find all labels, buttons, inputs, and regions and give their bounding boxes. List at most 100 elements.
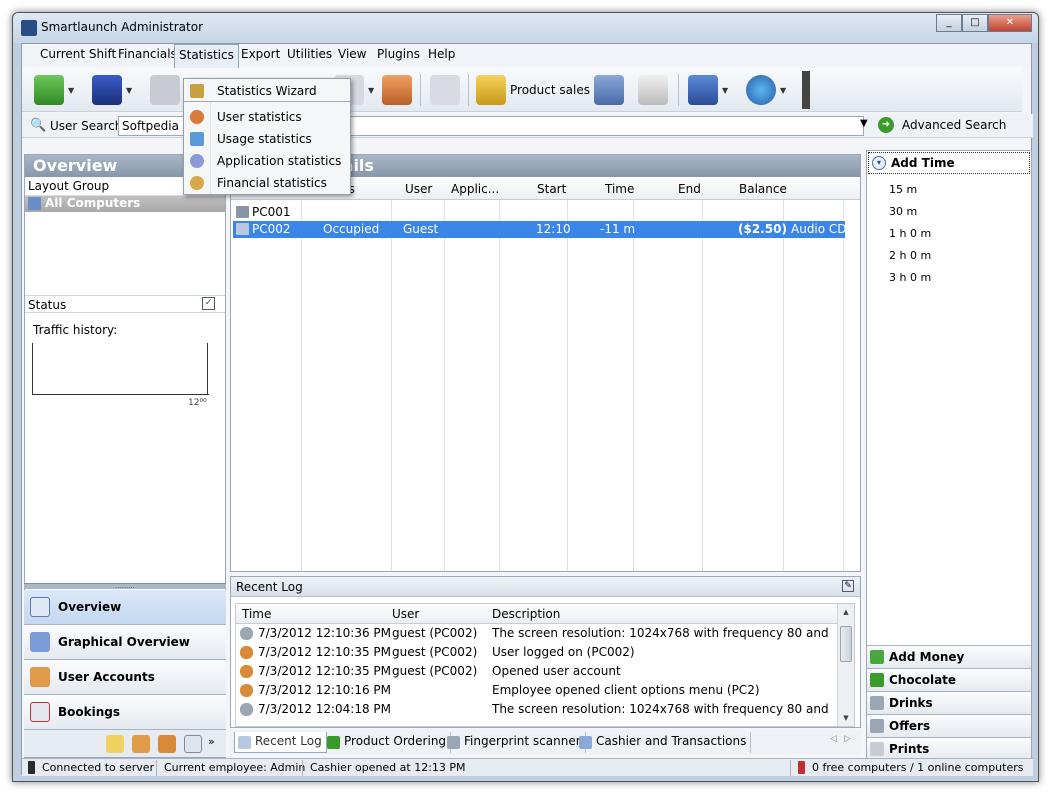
toolbar-overflow-handle[interactable] bbox=[802, 71, 810, 109]
menu-export[interactable]: Export bbox=[239, 47, 282, 61]
add-time-option[interactable]: 3 h 0 m bbox=[889, 271, 931, 284]
add-time-option[interactable]: 1 h 0 m bbox=[889, 227, 931, 240]
tab-recent-log[interactable]: Recent Log bbox=[234, 732, 327, 753]
add-time-option[interactable]: 15 m bbox=[889, 183, 917, 196]
nav-user-accounts[interactable]: User Accounts bbox=[24, 660, 226, 695]
printer-button[interactable] bbox=[638, 72, 668, 108]
col-time[interactable]: Time bbox=[605, 182, 634, 196]
tab-label: Recent Log bbox=[255, 734, 322, 748]
dropdown-arrow-icon[interactable]: ▼ bbox=[368, 86, 374, 95]
drinks-button[interactable]: Drinks bbox=[867, 691, 1031, 714]
col-user[interactable]: User bbox=[405, 182, 432, 196]
pin-icon[interactable]: ✎ bbox=[842, 580, 854, 592]
chart-icon bbox=[190, 132, 204, 146]
title-bar: Smartlaunch Administrator _ □ ✕ bbox=[13, 13, 1038, 43]
log-scrollbar[interactable]: ▲ ▼ bbox=[837, 604, 854, 726]
tab-fingerprint-scanner[interactable]: Fingerprint scanner bbox=[444, 732, 586, 753]
log-user: guest (PC002) bbox=[392, 626, 478, 640]
col-balance[interactable]: Balance bbox=[739, 182, 787, 196]
advanced-search-button[interactable]: Advanced Search bbox=[902, 118, 1006, 132]
log-col-time[interactable]: Time bbox=[242, 607, 271, 621]
menu-statistics-wizard[interactable]: Statistics Wizard bbox=[184, 80, 350, 102]
calendar-icon bbox=[430, 75, 460, 105]
grid-line bbox=[702, 200, 703, 571]
computer-extra: Audio CD bbox=[791, 222, 847, 236]
add-time-option[interactable]: 30 m bbox=[889, 205, 917, 218]
menu-view[interactable]: View bbox=[336, 47, 368, 61]
log-col-user[interactable]: User bbox=[392, 607, 419, 621]
nav-overview[interactable]: Overview bbox=[24, 590, 226, 625]
menu-plugins[interactable]: Plugins bbox=[375, 47, 422, 61]
cash-register-button[interactable] bbox=[594, 72, 624, 108]
report-icon[interactable] bbox=[184, 735, 202, 753]
prints-button[interactable]: Prints bbox=[867, 737, 1031, 760]
minimize-button[interactable]: _ bbox=[936, 14, 962, 32]
menu-financials[interactable]: Financials bbox=[116, 47, 179, 61]
menu-help[interactable]: Help bbox=[426, 47, 457, 61]
maximize-button[interactable]: □ bbox=[962, 14, 988, 32]
user-icon bbox=[240, 646, 253, 659]
scroll-up-icon[interactable]: ▲ bbox=[838, 608, 854, 616]
nav-splitter[interactable]: ......... bbox=[24, 583, 226, 590]
menu-utilities[interactable]: Utilities bbox=[285, 47, 334, 61]
computer-row[interactable]: PC002 Occupied Guest 12:10 -11 m ($2.50)… bbox=[233, 221, 847, 238]
tab-product-ordering[interactable]: Product Ordering bbox=[324, 732, 452, 753]
status-toggle-icon[interactable]: ✓ bbox=[202, 297, 215, 310]
more-icon[interactable]: » bbox=[208, 735, 215, 748]
user-icon bbox=[190, 110, 204, 124]
product-sales-button[interactable]: Product sales bbox=[476, 72, 590, 108]
dropdown-arrow-icon[interactable]: ▼ bbox=[722, 86, 728, 95]
menu-financial-statistics[interactable]: Financial statistics bbox=[184, 172, 350, 194]
menu-usage-statistics[interactable]: Usage statistics bbox=[184, 128, 350, 150]
offers-button[interactable]: Offers bbox=[867, 714, 1031, 737]
menu-user-statistics[interactable]: User statistics bbox=[184, 106, 350, 128]
globe-icon bbox=[746, 75, 776, 105]
log-row[interactable]: 7/3/2012 12:10:16 PM Employee opened cli… bbox=[236, 681, 838, 700]
chocolate-button[interactable]: Chocolate bbox=[867, 668, 1031, 691]
log-row[interactable]: 7/3/2012 12:04:18 PM The screen resoluti… bbox=[236, 700, 838, 719]
log-row[interactable]: 7/3/2012 12:10:35 PM guest (PC002) Opene… bbox=[236, 662, 838, 681]
user-button[interactable] bbox=[150, 72, 180, 108]
log-row[interactable]: 7/3/2012 12:10:36 PM guest (PC002) The s… bbox=[236, 624, 838, 643]
computer-on-button[interactable]: ▼ bbox=[34, 72, 74, 108]
menu-application-statistics[interactable]: Application statistics bbox=[184, 150, 350, 172]
col-application[interactable]: Applic... bbox=[451, 182, 499, 196]
menu-current-shift[interactable]: Current Shift bbox=[38, 47, 118, 61]
go-icon[interactable]: ➜ bbox=[878, 117, 894, 133]
support-button[interactable]: ▼ bbox=[688, 72, 728, 108]
grid-line bbox=[633, 200, 634, 571]
status-separator bbox=[790, 760, 791, 776]
internet-button[interactable]: ▼ bbox=[746, 72, 786, 108]
close-button[interactable]: ✕ bbox=[988, 14, 1032, 32]
nav-bookings[interactable]: Bookings bbox=[24, 695, 226, 730]
menu-statistics[interactable]: Statistics bbox=[174, 44, 239, 68]
scroll-thumb[interactable] bbox=[840, 626, 852, 662]
all-computers-group[interactable]: All Computers bbox=[25, 196, 225, 212]
nav-graphical-overview[interactable]: Graphical Overview bbox=[24, 625, 226, 660]
computer-icon bbox=[236, 223, 249, 235]
dropdown-arrow-icon[interactable]: ▼ bbox=[126, 86, 132, 95]
computer-row[interactable]: PC001 bbox=[233, 204, 845, 221]
col-end[interactable]: End bbox=[678, 182, 701, 196]
tab-next-icon[interactable]: ▷ bbox=[844, 734, 851, 744]
log-row[interactable]: 7/3/2012 12:10:35 PM guest (PC002) User … bbox=[236, 643, 838, 662]
user-time-button[interactable] bbox=[382, 72, 412, 108]
calendar-button[interactable] bbox=[430, 72, 460, 108]
scroll-down-icon[interactable]: ▼ bbox=[838, 714, 854, 722]
traffic-tick-label: 12⁰⁰ bbox=[188, 398, 207, 408]
add-time-header[interactable]: ▾ Add Time bbox=[868, 152, 1030, 174]
users-icon[interactable] bbox=[132, 735, 150, 753]
log-col-description[interactable]: Description bbox=[492, 607, 560, 621]
computer-sleep-button[interactable]: ▼ bbox=[92, 72, 132, 108]
user-icon[interactable] bbox=[158, 735, 176, 753]
tab-label: Fingerprint scanner bbox=[464, 734, 581, 748]
dropdown-arrow-icon[interactable]: ▼ bbox=[780, 86, 786, 95]
notes-icon[interactable] bbox=[106, 735, 124, 753]
dropdown-arrow-icon[interactable]: ▼ bbox=[68, 86, 74, 95]
add-time-option[interactable]: 2 h 0 m bbox=[889, 249, 931, 262]
search-dropdown-icon[interactable]: ▼ bbox=[860, 118, 868, 129]
tab-cashier-transactions[interactable]: Cashier and Transactions bbox=[576, 732, 752, 753]
add-money-button[interactable]: Add Money bbox=[867, 645, 1031, 668]
tab-prev-icon[interactable]: ◁ bbox=[830, 734, 837, 744]
col-start[interactable]: Start bbox=[537, 182, 566, 196]
